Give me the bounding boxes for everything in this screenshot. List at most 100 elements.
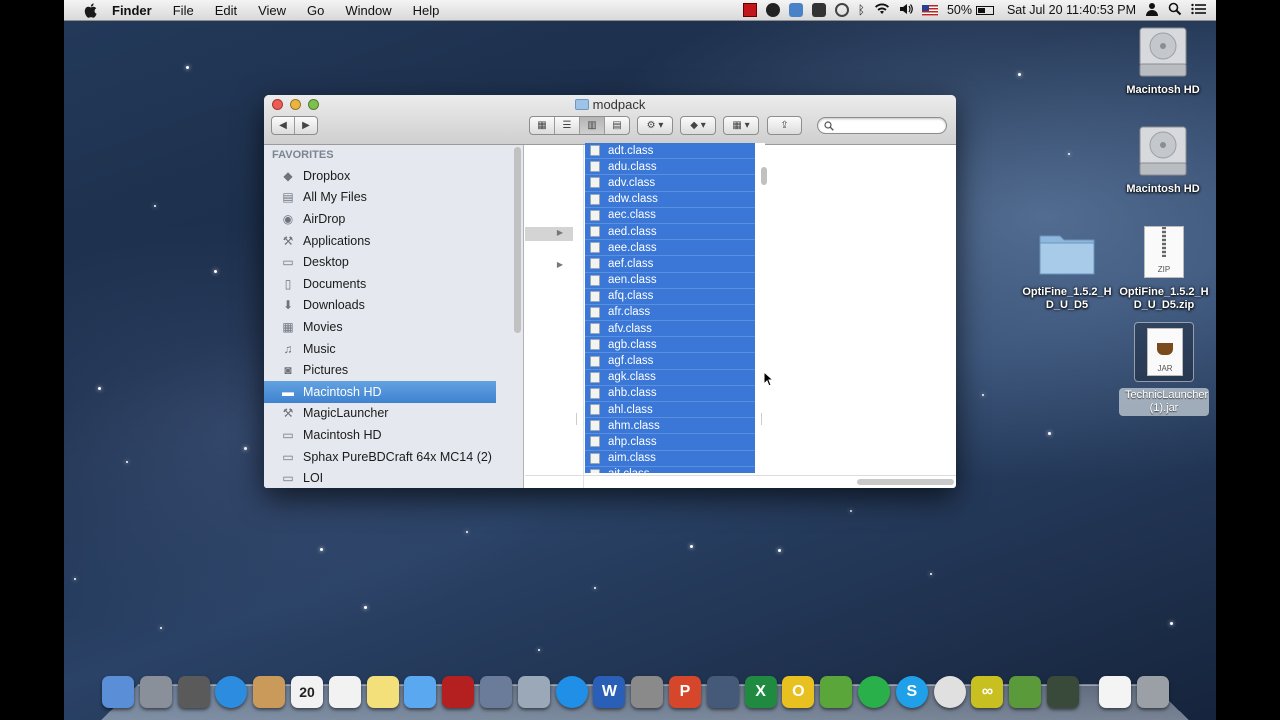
menu-go[interactable]: Go xyxy=(307,3,324,18)
battery-text[interactable]: 50% xyxy=(947,3,972,17)
sidebar-item-sphax[interactable]: ▭ Sphax PureBDCraft 64x MC14 (2) xyxy=(264,446,523,468)
file-row[interactable]: adv.class xyxy=(585,175,755,192)
action-menu-button[interactable]: ⚙ ▾ xyxy=(637,116,673,135)
mail-stamp-icon[interactable] xyxy=(517,676,550,708)
dropbox-status-icon[interactable] xyxy=(788,3,803,17)
sidebar-item-desktop[interactable]: ▭ Desktop xyxy=(264,251,523,273)
menu-view[interactable]: View xyxy=(258,3,286,18)
sidebar-item-macintosh-hd-folder[interactable]: ▭ Macintosh HD xyxy=(264,424,523,446)
menu-window[interactable]: Window xyxy=(345,3,391,18)
sidebar-item-magiclauncher[interactable]: ⚒ MagicLauncher xyxy=(264,403,523,425)
sidebar-item-all-my-files[interactable]: ▤ All My Files xyxy=(264,187,523,209)
excel-icon[interactable]: X xyxy=(744,676,777,708)
minecraft-icon[interactable] xyxy=(1009,676,1042,708)
file-column-scrollbar[interactable] xyxy=(761,167,767,185)
itunes-icon[interactable] xyxy=(555,676,588,708)
menu-help[interactable]: Help xyxy=(413,3,440,18)
evernote-icon[interactable] xyxy=(820,676,853,708)
file-row[interactable]: ahp.class xyxy=(585,434,755,451)
spotify-icon[interactable] xyxy=(858,676,890,708)
file-row[interactable]: aim.class xyxy=(585,450,755,467)
column-selected-row[interactable]: ▶ xyxy=(525,227,573,241)
desktop-icon-techniclauncher[interactable]: JAR TechnicLauncher (1).jar xyxy=(1118,322,1210,416)
mission-control-icon[interactable] xyxy=(177,676,210,708)
file-row[interactable]: adu.class xyxy=(585,159,755,176)
evernote-status-icon[interactable] xyxy=(811,3,826,17)
terminal-icon[interactable] xyxy=(1047,676,1079,708)
file-row[interactable]: aed.class xyxy=(585,223,755,241)
forward-button[interactable]: ▶ xyxy=(295,117,317,134)
ball-icon[interactable] xyxy=(765,3,780,17)
clock-text[interactable]: Sat Jul 20 11:40:53 PM xyxy=(1007,3,1136,17)
sidebar-item-downloads[interactable]: ⬇ Downloads xyxy=(264,295,523,317)
menu-edit[interactable]: Edit xyxy=(215,3,237,18)
file-row[interactable]: ait.class xyxy=(585,466,755,473)
share-button[interactable]: ⇪ xyxy=(767,116,802,135)
system-preferences-icon[interactable] xyxy=(631,676,664,708)
file-row[interactable]: agk.class xyxy=(585,369,755,386)
record-icon[interactable] xyxy=(742,3,757,17)
document-icon[interactable] xyxy=(1098,676,1131,708)
sidebar-item-macintosh-hd[interactable]: ▬ Macintosh HD xyxy=(264,380,496,403)
back-button[interactable]: ◀ xyxy=(272,117,295,134)
column-resize-handle[interactable] xyxy=(576,413,577,425)
wifi-icon[interactable] xyxy=(874,3,890,18)
cover-flow-button[interactable]: ▤ xyxy=(605,117,629,134)
file-row[interactable]: agf.class xyxy=(585,353,755,370)
chrome-icon[interactable] xyxy=(933,676,966,708)
contacts-icon[interactable] xyxy=(253,676,286,708)
notification-center-icon[interactable] xyxy=(1191,3,1207,18)
apple-menu-icon[interactable] xyxy=(82,2,98,18)
sidebar-item-loi[interactable]: ▭ LOI xyxy=(264,467,523,488)
trash-icon[interactable] xyxy=(1136,676,1169,708)
file-row[interactable]: aef.class xyxy=(585,256,755,273)
word-icon[interactable]: W xyxy=(593,676,626,708)
sidebar-item-movies[interactable]: ▦ Movies xyxy=(264,316,523,338)
calendar-icon[interactable]: 20 xyxy=(291,676,323,708)
file-row[interactable]: aen.class xyxy=(585,272,755,289)
sidebar-item-dropbox[interactable]: ◆ Dropbox xyxy=(264,165,523,187)
battery-icon[interactable] xyxy=(975,5,994,15)
infinity-icon[interactable]: ∞ xyxy=(971,676,1004,708)
dropbox-menu-button[interactable]: ◆ ▾ xyxy=(680,116,716,135)
desktop-icon-macintosh-hd-1[interactable]: Macintosh HD xyxy=(1118,26,1208,97)
outlook-icon[interactable]: O xyxy=(782,676,815,708)
file-row[interactable]: adt.class xyxy=(585,143,755,160)
finder-icon[interactable] xyxy=(102,676,134,708)
file-row[interactable]: ahl.class xyxy=(585,402,755,419)
iphoto-icon[interactable] xyxy=(480,676,512,708)
file-row[interactable]: afv.class xyxy=(585,321,755,338)
time-machine-icon[interactable] xyxy=(834,3,849,17)
launchpad-icon[interactable] xyxy=(139,676,172,708)
sidebar-item-music[interactable]: ♫ Music xyxy=(264,338,523,360)
spotlight-icon[interactable] xyxy=(1168,2,1182,19)
file-row[interactable]: adw.class xyxy=(585,191,755,208)
sidebar-item-documents[interactable]: ▯ Documents xyxy=(264,273,523,295)
desktop-icon-optifine-zip[interactable]: ZIP OptiFine_1.5.2_HD_U_D5.zip xyxy=(1118,226,1210,312)
menu-file[interactable]: File xyxy=(173,3,194,18)
reminders-icon[interactable] xyxy=(328,676,361,708)
desktop-icon-macintosh-hd-2[interactable]: Macintosh HD xyxy=(1118,125,1208,196)
file-row[interactable]: afq.class xyxy=(585,288,755,305)
horizontal-scrollbar[interactable] xyxy=(857,479,954,485)
column-resize-handle[interactable] xyxy=(761,413,762,425)
arrange-menu-button[interactable]: ▦ ▾ xyxy=(723,116,759,135)
search-input[interactable] xyxy=(817,117,947,134)
desktop-icon-optifine-folder[interactable]: OptiFine_1.5.2_HD_U_D5 xyxy=(1021,230,1113,312)
sidebar-item-pictures[interactable]: ◙ Pictures xyxy=(264,359,523,381)
file-row[interactable]: afr.class xyxy=(585,304,755,322)
menu-app-name[interactable]: Finder xyxy=(112,3,152,18)
skype-icon[interactable]: S xyxy=(895,676,928,708)
sidebar-item-airdrop[interactable]: ◉ AirDrop xyxy=(264,208,523,230)
file-row[interactable]: agb.class xyxy=(585,337,755,354)
messages-icon[interactable] xyxy=(404,676,437,708)
file-row[interactable]: aec.class xyxy=(585,207,755,224)
flag-icon[interactable] xyxy=(921,4,938,16)
facetime-icon[interactable] xyxy=(706,676,739,708)
photo-booth-icon[interactable] xyxy=(442,676,475,708)
volume-icon[interactable] xyxy=(899,3,913,18)
sidebar-item-applications[interactable]: ⚒ Applications xyxy=(264,230,523,252)
column-view-button[interactable]: ▥ xyxy=(580,117,605,134)
user-icon[interactable] xyxy=(1145,2,1159,19)
column-row[interactable]: ▶ xyxy=(525,259,573,273)
